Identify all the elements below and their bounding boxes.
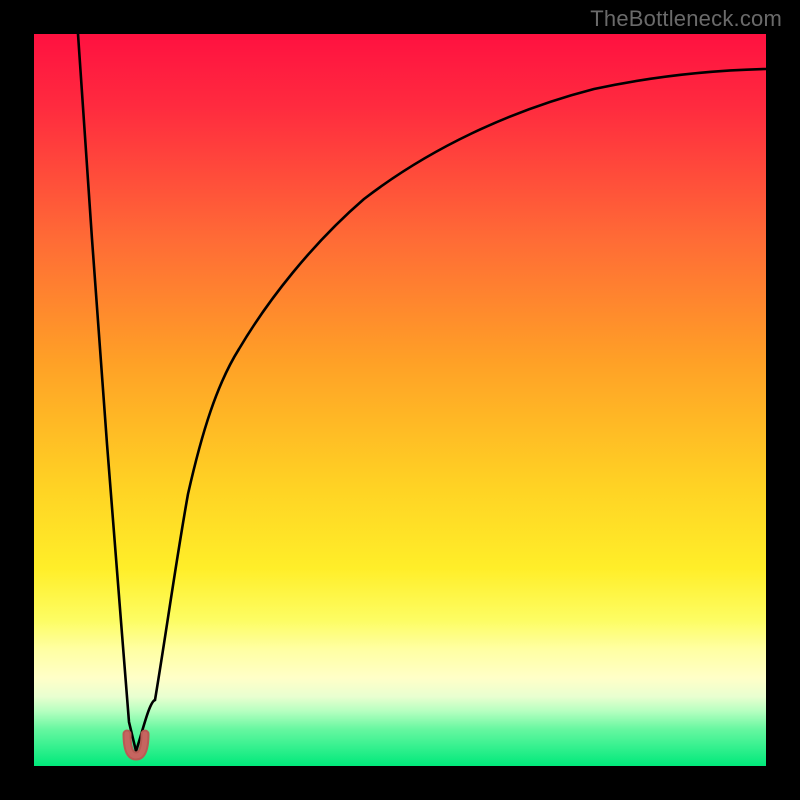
watermark-text: TheBottleneck.com	[590, 6, 782, 32]
curve-right-branch	[136, 69, 766, 751]
plot-area	[34, 34, 766, 766]
curve-left-branch	[78, 34, 136, 751]
chart-frame: TheBottleneck.com	[0, 0, 800, 800]
bottleneck-curve	[34, 34, 766, 766]
min-marker	[127, 734, 145, 756]
